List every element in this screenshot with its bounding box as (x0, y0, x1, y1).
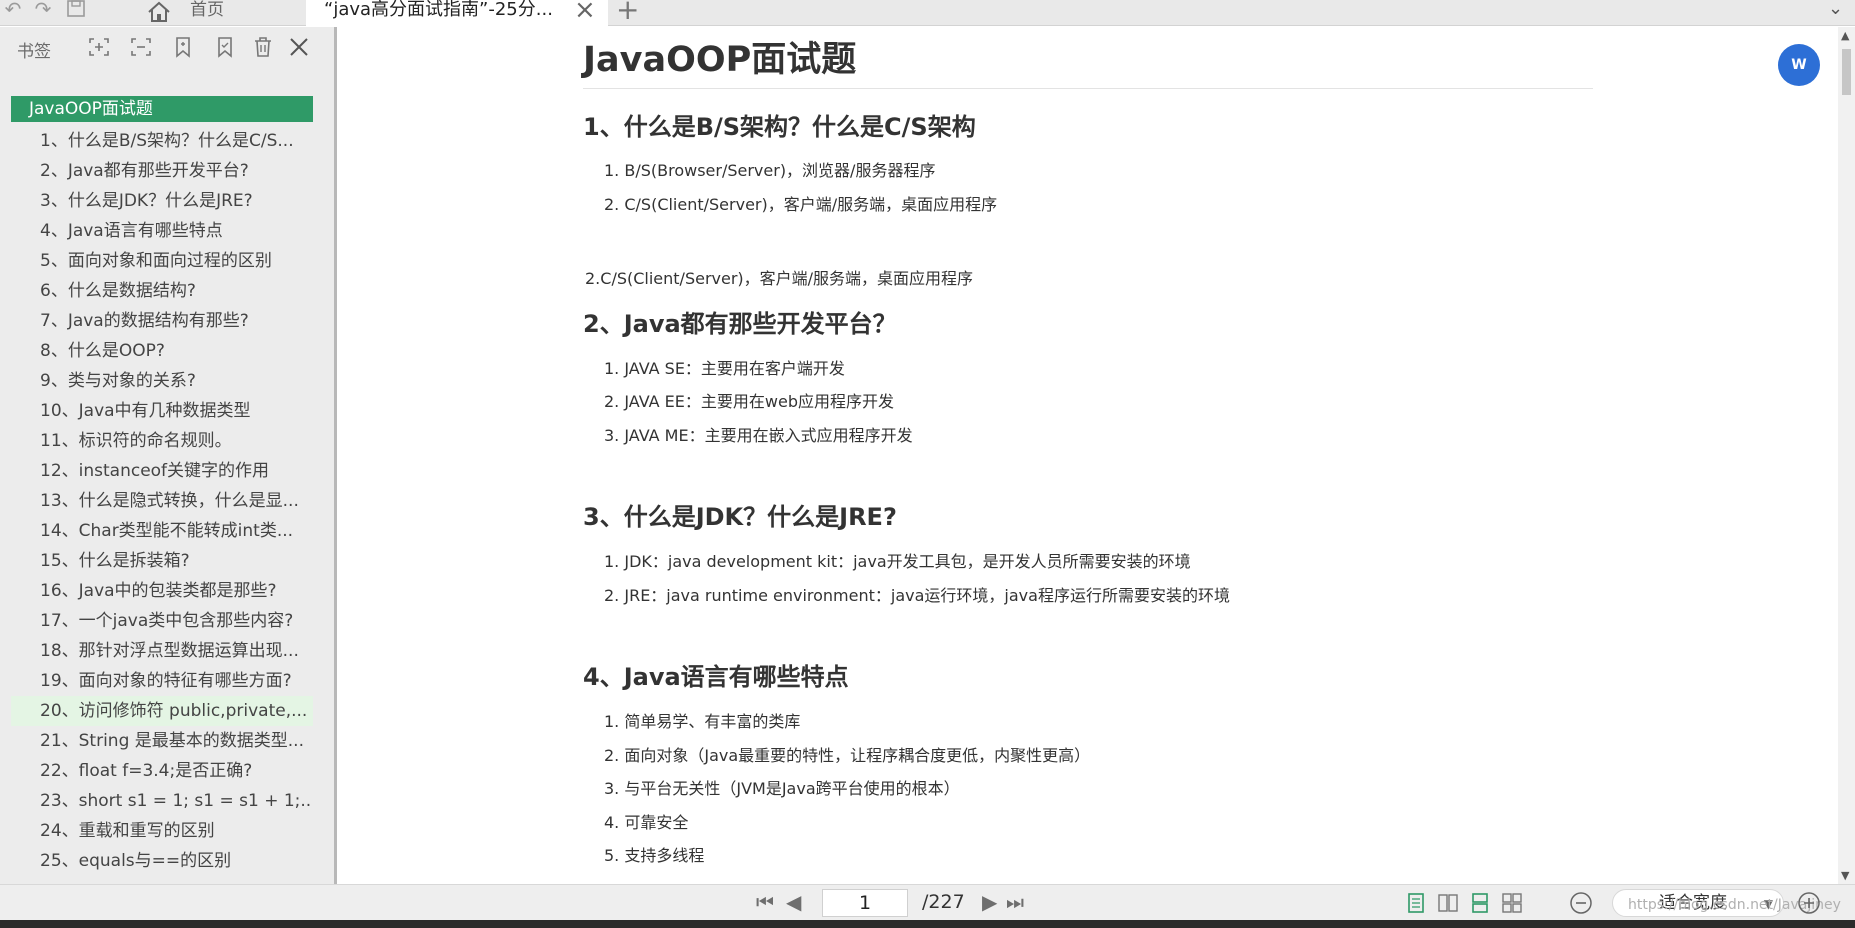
tab-document[interactable]: “java高分面试指南”-25分... × (306, 0, 608, 26)
new-tab-icon[interactable]: + (616, 0, 639, 24)
delete-bookmark-icon[interactable] (250, 35, 276, 59)
zoom-in-icon[interactable] (1796, 890, 1822, 916)
list-item: 5. 支持多线程 (604, 846, 705, 865)
scroll-down-icon[interactable]: ▼ (1841, 869, 1849, 882)
scrollbar-thumb[interactable] (1842, 49, 1851, 95)
list-item: 3. 与平台无关性（JVM是Java跨平台使用的根本） (604, 779, 960, 798)
bookmark-icon[interactable] (212, 35, 238, 59)
bookmark-item[interactable]: 2、Java都有那些开发平台? (11, 156, 313, 186)
scroll-up-icon[interactable]: ▲ (1841, 29, 1849, 42)
bookmark-item[interactable]: 8、什么是OOP? (11, 336, 313, 366)
bookmark-item[interactable]: 22、float f=3.4;是否正确? (11, 756, 313, 786)
close-tab-icon[interactable]: × (574, 0, 596, 23)
continuous-view-icon[interactable] (1469, 892, 1491, 914)
two-page-view-icon[interactable] (1437, 892, 1459, 914)
tab-bar: ↶ ↷ 首页 “java高分面试指南”-25分... × + ⌄ (0, 0, 1855, 26)
last-page-icon[interactable]: ⏭ (1006, 891, 1024, 913)
single-page-view-icon[interactable] (1405, 892, 1427, 914)
redo-icon[interactable]: ↷ (30, 0, 56, 22)
expand-all-icon[interactable] (86, 35, 112, 59)
list-item: 2. JAVA EE：主要用在web应用程序开发 (604, 392, 894, 411)
bookmark-item[interactable]: 3、什么是JDK？什么是JRE? (11, 186, 313, 216)
total-pages: /227 (922, 891, 965, 913)
bookmark-item-hovered[interactable]: 20、访问修饰符 public,private,... (11, 696, 313, 726)
section-heading-2: 2、Java都有那些开发平台？ (583, 310, 897, 338)
save-icon[interactable] (63, 0, 89, 22)
bookmark-panel-title: 书签 (17, 42, 51, 62)
close-panel-icon[interactable] (286, 35, 312, 59)
bookmark-item[interactable]: 12、instanceof关键字的作用 (11, 456, 313, 486)
document-page: JavaOOP面试题 1、什么是B/S架构？什么是C/S架构 1. B/S(Br… (337, 27, 1837, 884)
section-heading-4: 4、Java语言有哪些特点 (583, 663, 849, 691)
list-item: 1. JDK：java development kit：java开发工具包，是开… (604, 552, 1191, 571)
status-bar: ⏮ ◀ 1 /227 ▶ ⏭ 适合宽度 ▼ https://blog.csdn.… (0, 884, 1855, 920)
list-item: 4. 可靠安全 (604, 813, 689, 832)
bookmark-item[interactable]: 17、一个java类中包含那些内容? (11, 606, 313, 636)
bookmark-item[interactable]: 7、Java的数据结构有那些? (11, 306, 313, 336)
list-item: 2. JRE：java runtime environment：java运行环境… (604, 586, 1230, 605)
bookmark-item[interactable]: 16、Java中的包装类都是那些? (11, 576, 313, 606)
bookmark-item[interactable]: 6、什么是数据结构? (11, 276, 313, 306)
tab-document-title: “java高分面试指南”-25分... (324, 0, 553, 20)
paragraph: 2.C/S(Client/Server)，客户端/服务端，桌面应用程序 (585, 269, 974, 288)
bookmark-item[interactable]: 24、重载和重写的区别 (11, 816, 313, 846)
undo-icon[interactable]: ↶ (0, 0, 26, 22)
bookmark-list: JavaOOP面试题 1、什么是B/S架构？什么是C/S... 2、Java都有… (11, 96, 313, 876)
translate-icon[interactable]: W (1778, 44, 1820, 86)
translate-icon-label: W (1791, 57, 1807, 73)
taskbar-strip (0, 920, 1855, 928)
section-heading-3: 3、什么是JDK？什么是JRE? (583, 503, 897, 531)
collapse-all-icon[interactable] (128, 35, 154, 59)
home-icon (146, 0, 172, 24)
bookmark-panel: 书签 JavaOOP面试题 1、什么是B/S架构？什么是C/S... 2、Jav… (0, 27, 334, 884)
bookmark-item[interactable]: 10、Java中有几种数据类型 (11, 396, 313, 426)
list-item: 2. 面向对象（Java最重要的特性，让程序耦合度更低，内聚性更高） (604, 746, 1091, 765)
prev-page-icon[interactable]: ◀ (786, 891, 801, 913)
list-item: 1. JAVA SE：主要用在客户端开发 (604, 359, 845, 378)
list-item: 1. B/S(Browser/Server)，浏览器/服务器程序 (604, 161, 936, 180)
bookmark-item[interactable]: 5、面向对象和面向过程的区别 (11, 246, 313, 276)
section-heading-1: 1、什么是B/S架构？什么是C/S架构 (583, 113, 976, 141)
bookmark-item[interactable]: 1、什么是B/S架构？什么是C/S... (11, 126, 313, 156)
next-page-icon[interactable]: ▶ (982, 891, 997, 913)
bookmark-item[interactable]: 23、short s1 = 1; s1 = s1 + 1;... (11, 786, 313, 816)
list-item: 3. JAVA ME：主要用在嵌入式应用程序开发 (604, 426, 913, 445)
first-page-icon[interactable]: ⏮ (756, 891, 774, 913)
bookmark-item[interactable]: 25、equals与==的区别 (11, 846, 313, 876)
bookmark-item[interactable]: 19、面向对象的特征有哪些方面? (11, 666, 313, 696)
list-item: 1. 简单易学、有丰富的类库 (604, 712, 801, 731)
zoom-out-icon[interactable] (1568, 890, 1594, 916)
page-number-input[interactable]: 1 (822, 889, 908, 917)
vertical-scrollbar[interactable]: ▲ ▼ (1838, 27, 1855, 884)
bookmark-item[interactable]: 13、什么是隐式转换，什么是显... (11, 486, 313, 516)
add-bookmark-icon[interactable] (170, 35, 196, 59)
bookmark-item[interactable]: 4、Java语言有哪些特点 (11, 216, 313, 246)
page-title: JavaOOP面试题 (583, 40, 857, 80)
bookmark-item[interactable]: 9、类与对象的关系? (11, 366, 313, 396)
tab-home-label: 首页 (190, 0, 224, 20)
bookmark-item[interactable]: 21、String 是最基本的数据类型... (11, 726, 313, 756)
bookmark-item[interactable]: 14、Char类型能不能转成int类... (11, 516, 313, 546)
chevron-down-icon[interactable]: ⌄ (1828, 0, 1843, 19)
title-divider (583, 88, 1593, 89)
bookmark-item[interactable]: 11、标识符的命名规则。 (11, 426, 313, 456)
two-page-continuous-view-icon[interactable] (1501, 892, 1523, 914)
bookmark-item[interactable]: 18、那针对浮点型数据运算出现... (11, 636, 313, 666)
bookmark-item[interactable]: JavaOOP面试题 (11, 96, 313, 122)
bookmark-item[interactable]: 15、什么是拆装箱? (11, 546, 313, 576)
list-item: 2. C/S(Client/Server)，客户端/服务端，桌面应用程序 (604, 195, 998, 214)
tab-home[interactable]: 首页 (138, 0, 306, 25)
